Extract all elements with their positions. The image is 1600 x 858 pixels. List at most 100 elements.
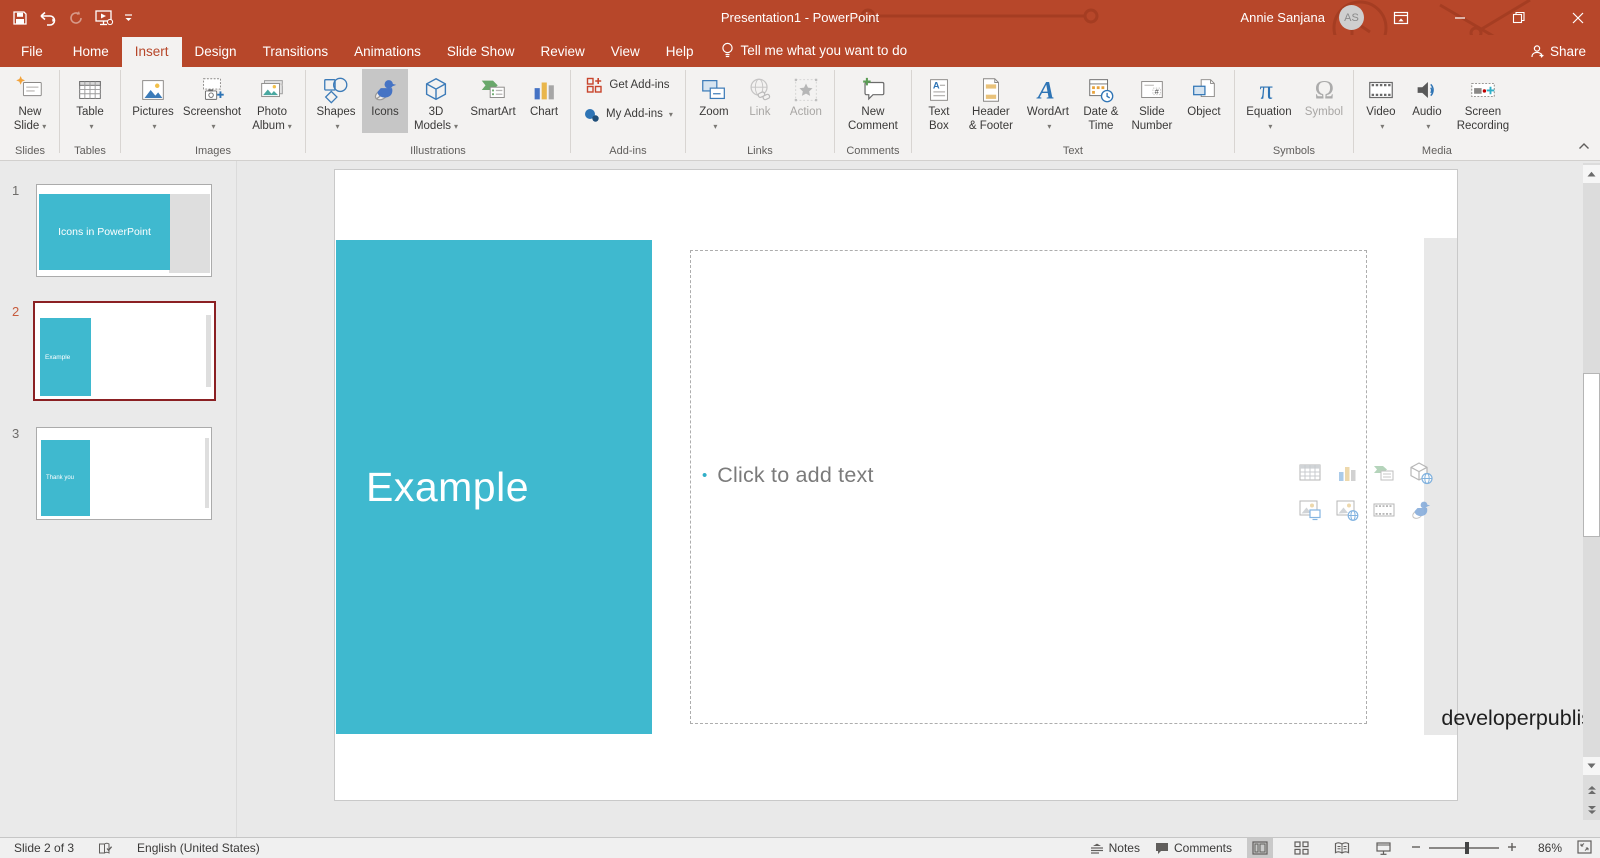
tab-file[interactable]: File [4, 37, 60, 67]
get-add-ins-button[interactable]: Get Add-ins [578, 72, 677, 98]
minimize-button[interactable] [1437, 0, 1482, 35]
group-separator [1233, 70, 1235, 153]
insert-chart-icon[interactable] [1328, 454, 1365, 491]
tab-view[interactable]: View [598, 37, 653, 67]
text-box-button[interactable]: A Text Box [916, 69, 962, 133]
video-button[interactable]: Video [1358, 69, 1404, 133]
restore-button[interactable] [1496, 0, 1541, 35]
chart-button[interactable]: Chart [522, 69, 566, 133]
slide-title-text[interactable]: Example [336, 464, 529, 511]
audio-button[interactable]: Audio [1404, 69, 1450, 133]
save-button[interactable] [12, 10, 28, 26]
date-time-button[interactable]: Date & Time [1076, 69, 1126, 133]
group-separator [833, 70, 835, 153]
photo-album-button[interactable]: Photo Album [243, 69, 301, 133]
zoom-button[interactable]: Zoom [690, 69, 738, 133]
comments-button[interactable]: Comments [1155, 841, 1232, 855]
start-from-beginning-button[interactable] [94, 9, 114, 26]
avatar[interactable]: AS [1339, 5, 1364, 30]
slide-number-button[interactable]: # Slide Number [1126, 69, 1178, 133]
group-separator [1352, 70, 1354, 153]
pictures-button[interactable]: Pictures [125, 69, 181, 133]
my-add-ins-button[interactable]: My Add-ins [575, 101, 681, 127]
fit-slide-to-window-button[interactable] [1577, 839, 1592, 857]
share-button[interactable]: Share [1516, 44, 1600, 67]
scroll-up-button[interactable] [1583, 165, 1600, 183]
tell-me-label: Tell me what you want to do [740, 43, 908, 58]
bullet-dot: • [702, 467, 708, 484]
shapes-button[interactable]: Shapes [310, 69, 362, 133]
wordart-button[interactable]: A WordArt [1020, 69, 1076, 133]
tab-help[interactable]: Help [653, 37, 707, 67]
table-button[interactable]: Table [64, 69, 116, 133]
slide-footer-text[interactable]: developerpublish.com [1411, 706, 1600, 731]
object-button[interactable]: Object [1178, 69, 1230, 133]
reading-view-button[interactable] [1329, 838, 1355, 858]
screenshot-button[interactable]: Screenshot [181, 69, 243, 133]
ribbon-group-illustrations: Shapes Icons 3D Models [307, 67, 569, 160]
ribbon-group-slides: New Slide Slides [2, 67, 58, 160]
header-footer-button[interactable]: Header & Footer [962, 69, 1020, 133]
insert-table-icon[interactable] [1291, 454, 1328, 491]
customize-qat-button[interactable] [124, 13, 133, 23]
ribbon-display-options-button[interactable] [1378, 0, 1423, 35]
slide-show-view-button[interactable] [1370, 838, 1396, 858]
zoom-in-button[interactable] [1507, 841, 1517, 855]
scroll-down-button[interactable] [1583, 757, 1600, 775]
notes-icon [1090, 843, 1103, 854]
screen-recording-button[interactable]: Screen Recording [1450, 69, 1516, 133]
insert-smartart-icon[interactable] [1365, 454, 1402, 491]
new-slide-button[interactable]: New Slide [5, 69, 55, 133]
slide-2-thumbnail[interactable]: Example [33, 301, 216, 401]
zoom-out-button[interactable] [1411, 841, 1421, 855]
slide-canvas[interactable]: Example • Click to add text developerpub… [335, 170, 1600, 800]
next-slide-button[interactable] [1583, 801, 1600, 818]
get-add-ins-icon [587, 77, 603, 93]
tab-design[interactable]: Design [182, 37, 250, 67]
collapse-ribbon-button[interactable] [1578, 137, 1590, 155]
previous-slide-button[interactable] [1583, 781, 1600, 798]
placeholder-text-line[interactable]: • Click to add text [702, 463, 874, 488]
svg-text:π: π [1260, 75, 1273, 104]
slide-1-thumbnail[interactable]: Icons in PowerPoint [36, 184, 212, 277]
tab-insert[interactable]: Insert [121, 37, 182, 67]
slide-sorter-view-button[interactable] [1288, 838, 1314, 858]
content-placeholder[interactable]: • Click to add text developerpublis [690, 250, 1600, 730]
new-comment-button[interactable]: New Comment [839, 69, 907, 133]
tab-transitions[interactable]: Transitions [250, 37, 342, 67]
close-button[interactable] [1555, 0, 1600, 35]
vertical-scrollbar-thumb[interactable] [1583, 373, 1600, 537]
my-add-ins-icon [585, 108, 599, 122]
normal-view-button[interactable] [1247, 837, 1273, 858]
slide-indicator[interactable]: Slide 2 of 3 [14, 841, 74, 855]
svg-text:Ω: Ω [1315, 75, 1335, 104]
repeat-button[interactable] [68, 10, 84, 26]
zoom-percentage[interactable]: 86% [1532, 841, 1562, 855]
undo-button[interactable] [38, 10, 58, 26]
spellcheck-button[interactable] [98, 842, 113, 855]
slide-title-shape[interactable]: Example [336, 240, 652, 734]
insert-picture-icon[interactable] [1291, 491, 1328, 528]
notes-button[interactable]: Notes [1090, 841, 1140, 855]
smartart-button[interactable]: SmartArt [464, 69, 522, 133]
insert-video-icon[interactable] [1365, 491, 1402, 528]
tab-slide-show[interactable]: Slide Show [434, 37, 528, 67]
icons-button[interactable]: Icons [362, 69, 408, 133]
zoom-slider-thumb[interactable] [1465, 842, 1469, 854]
tab-home[interactable]: Home [60, 37, 122, 67]
slide-3-thumbnail[interactable]: Thank you [36, 427, 212, 520]
equation-button[interactable]: π Equation [1239, 69, 1299, 133]
account-user-name[interactable]: Annie Sanjana [1240, 10, 1325, 25]
ribbon-group-tables: Table Tables [61, 67, 119, 160]
insert-icon-icon[interactable] [1402, 491, 1439, 528]
tell-me-box[interactable]: Tell me what you want to do [721, 42, 908, 67]
language-indicator[interactable]: English (United States) [137, 841, 260, 855]
chart-icon [529, 74, 559, 106]
group-label-tables: Tables [74, 145, 106, 157]
3d-models-button[interactable]: 3D Models [408, 69, 464, 133]
zoom-slider-track[interactable] [1429, 842, 1499, 854]
insert-3d-model-icon[interactable] [1402, 454, 1439, 491]
tab-review[interactable]: Review [527, 37, 597, 67]
insert-online-picture-icon[interactable] [1328, 491, 1365, 528]
tab-animations[interactable]: Animations [341, 37, 434, 67]
